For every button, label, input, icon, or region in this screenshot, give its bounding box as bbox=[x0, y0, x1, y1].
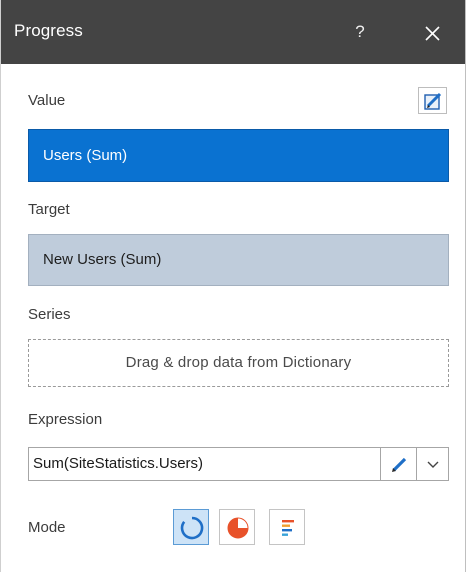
pie-progress-icon bbox=[227, 517, 249, 539]
series-drop-zone[interactable]: Drag & drop data from Dictionary bbox=[28, 339, 449, 387]
value-field-text: Users (Sum) bbox=[43, 147, 128, 164]
expression-label: Expression bbox=[28, 411, 103, 428]
mode-bars-button[interactable] bbox=[269, 509, 305, 545]
chevron-down-icon bbox=[427, 461, 439, 468]
help-button[interactable]: ? bbox=[347, 18, 373, 46]
value-field[interactable]: Users (Sum) bbox=[28, 129, 449, 182]
close-icon bbox=[425, 26, 440, 41]
edit-value-button[interactable] bbox=[418, 87, 447, 114]
expression-edit-button[interactable] bbox=[380, 447, 417, 481]
pencil-icon bbox=[392, 457, 407, 472]
expression-input[interactable]: Sum(SiteStatistics.Users) bbox=[28, 447, 380, 481]
progress-panel: Progress ? Value Users (Sum) Target New … bbox=[0, 0, 466, 572]
value-label: Value bbox=[28, 92, 66, 109]
series-drop-hint: Drag & drop data from Dictionary bbox=[125, 354, 352, 371]
target-field[interactable]: New Users (Sum) bbox=[28, 234, 449, 286]
panel-title: Progress bbox=[14, 21, 83, 40]
mode-label: Mode bbox=[28, 519, 66, 536]
mode-circle-button[interactable] bbox=[173, 509, 209, 545]
mode-pie-button[interactable] bbox=[219, 509, 255, 545]
ring-progress-icon bbox=[180, 516, 204, 540]
close-button[interactable] bbox=[415, 18, 449, 48]
bar-progress-icon bbox=[282, 520, 294, 536]
edit-expression-icon bbox=[424, 92, 442, 110]
expression-dropdown-button[interactable] bbox=[416, 447, 449, 481]
series-label: Series bbox=[28, 306, 71, 323]
target-label: Target bbox=[28, 201, 70, 218]
title-bar: Progress ? bbox=[1, 0, 465, 64]
target-field-text: New Users (Sum) bbox=[43, 251, 162, 268]
